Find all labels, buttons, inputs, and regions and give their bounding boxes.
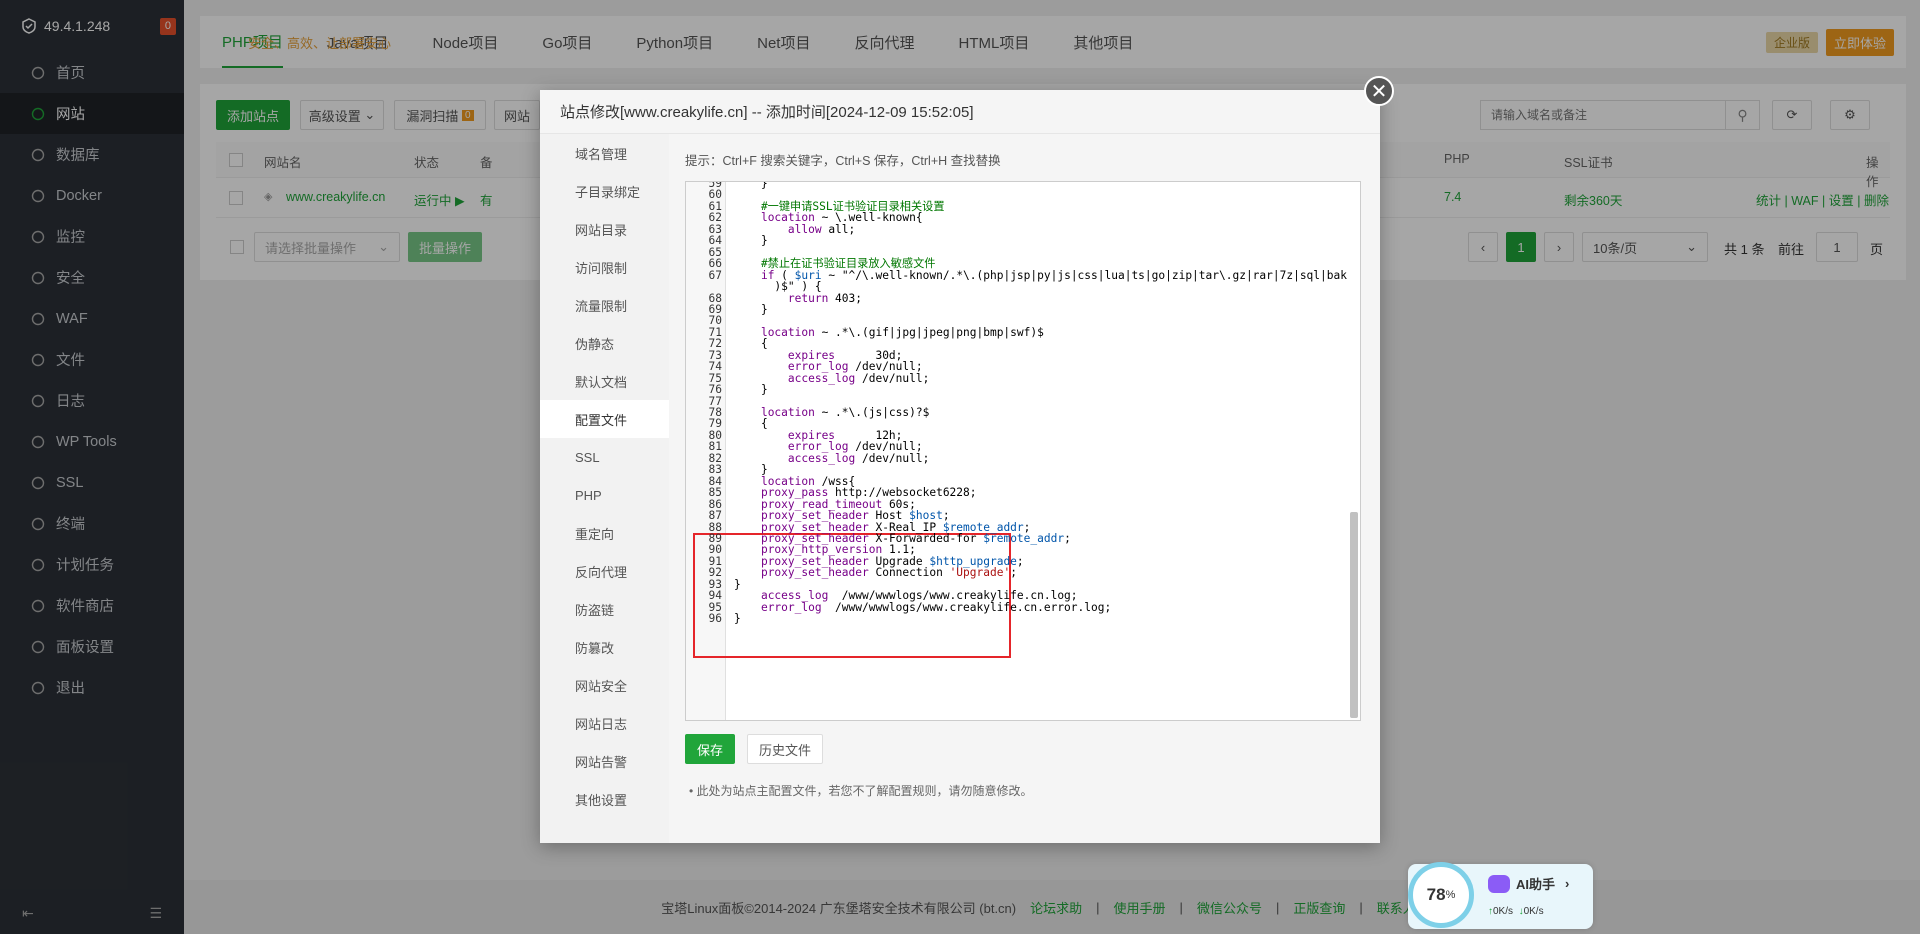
code-text: } [734,234,768,248]
modal-menu-item-6[interactable]: 默认文档 [540,362,669,400]
config-editor[interactable]: 59 } 60 61 #一键申请SSL证书验证目录相关设置 62 location ~… [685,181,1361,721]
code-text: } [734,302,768,316]
code-text: } [734,612,741,626]
modal-menu-item-5[interactable]: 伪静态 [540,324,669,362]
code-text: } [734,181,768,190]
modal-menu-item-17[interactable]: 其他设置 [540,780,669,818]
modal-menu-item-14[interactable]: 网站安全 [540,666,669,704]
line-number: 67 [708,268,722,282]
modal-menu-item-15[interactable]: 网站日志 [540,704,669,742]
modal-menu-item-8[interactable]: SSL [540,438,669,476]
modal-menu-item-7[interactable]: 配置文件 [540,400,669,438]
history-button[interactable]: 历史文件 [747,734,823,764]
modal-menu-item-11[interactable]: 反向代理 [540,552,669,590]
modal-menu-item-1[interactable]: 子目录绑定 [540,172,669,210]
line-number: 96 [708,612,722,626]
modal-menu-item-13[interactable]: 防篡改 [540,628,669,666]
modal-title: 站点修改[www.creakylife.cn] -- 添加时间[2024-12-… [540,90,1380,134]
save-button[interactable]: 保存 [685,734,735,764]
modal-menu-item-2[interactable]: 网站目录 [540,210,669,248]
modal-menu-item-12[interactable]: 防盗链 [540,590,669,628]
modal-menu-item-0[interactable]: 域名管理 [540,134,669,172]
robot-icon [1488,874,1510,893]
ai-title-row: AI助手 › [1488,874,1569,893]
modal-menu-item-10[interactable]: 重定向 [540,514,669,552]
site-edit-modal: 站点修改[www.creakylife.cn] -- 添加时间[2024-12-… [540,90,1380,843]
code-text: } [734,383,768,397]
modal-menu-item-3[interactable]: 访问限制 [540,248,669,286]
editor-scrollbar[interactable] [1350,512,1358,718]
load-gauge[interactable]: 78% [1408,862,1474,928]
config-note-text: 此处为站点主配置文件，若您不了解配置规则，请勿随意修改。 [696,784,1033,798]
load-percent-unit: % [1445,889,1456,901]
load-percent: 78 [1426,885,1446,904]
code-text: error_log /www/wwwlogs/www.creakylife.cn… [760,600,1112,614]
code-text: if ( $uri ~ "^/\.well-known/.*\.(php|jsp… [760,268,1347,282]
modal-menu: 域名管理 子目录绑定 网站目录 访问限制 流量限制 伪静态 默认文档 配置文件 SSL PHP 重定… [540,134,669,843]
modal-menu-item-9[interactable]: PHP [540,476,669,514]
config-panel: 提示：Ctrl+F 搜索关键字，Ctrl+S 保存，Ctrl+H 查找替换 59… [669,134,1380,843]
ai-title: AI助手 [1516,877,1556,892]
modal-menu-item-4[interactable]: 流量限制 [540,286,669,324]
upload-speed: 0K/s [1493,906,1514,917]
config-note: • 此处为站点主配置文件，若您不了解配置规则，请勿随意修改。 [689,784,1033,798]
code-text: proxy_set_header Connection 'Upgrade'; [760,566,1017,580]
chevron-right-icon: › [1565,876,1570,891]
shortcut-hint: 提示：Ctrl+F 搜索关键字，Ctrl+S 保存，Ctrl+H 查找替换 [685,154,1001,168]
net-speed: ↑0K/s ↓0K/s [1488,906,1544,917]
modal-menu-item-16[interactable]: 网站告警 [540,742,669,780]
download-speed: 0K/s [1523,906,1544,917]
close-icon[interactable]: ✕ [1364,76,1394,106]
code-text: location ~ .*\.(gif|jpg|jpeg|png|bmp|swf… [760,325,1044,339]
